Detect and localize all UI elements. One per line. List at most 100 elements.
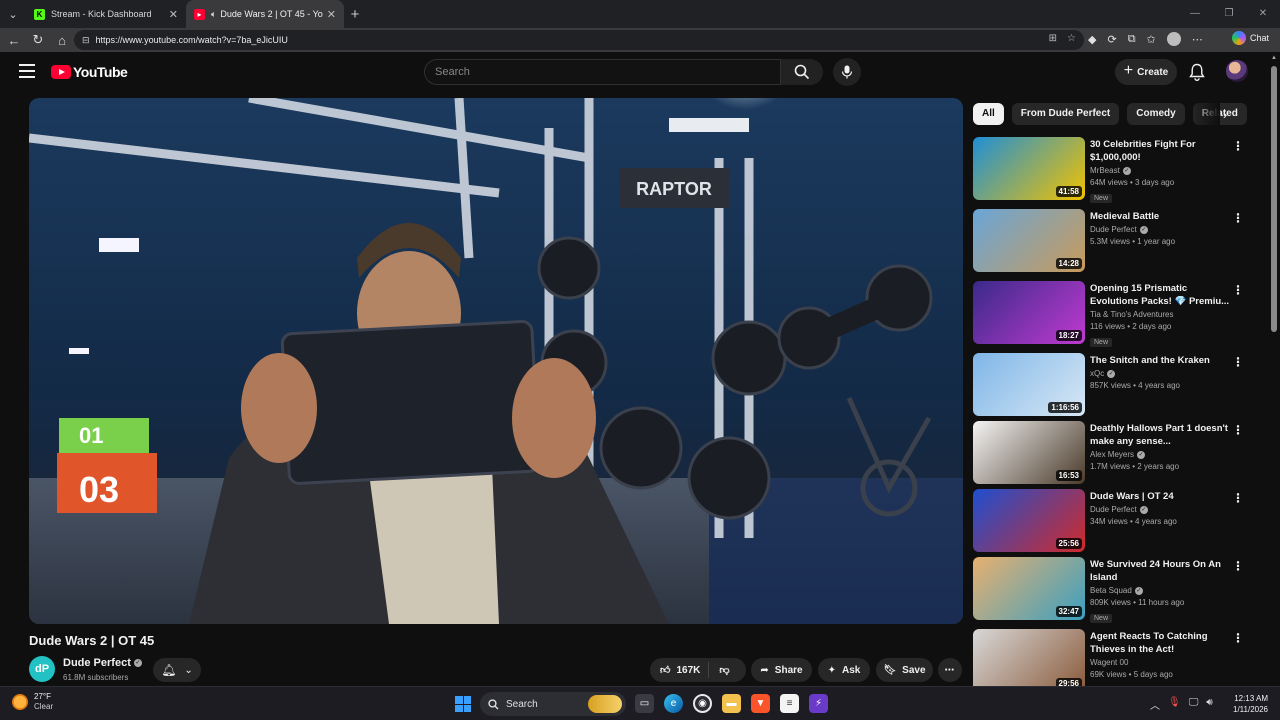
video-thumbnail[interactable]: 25:56: [973, 489, 1085, 552]
dislike-button[interactable]: 👎︎: [709, 664, 739, 676]
file-explorer-icon[interactable]: ▬: [722, 694, 741, 713]
more-vertical-icon[interactable]: ⋮: [1232, 140, 1244, 152]
recommendation-title[interactable]: Deathly Hallows Part 1 doesn't make any …: [1090, 422, 1230, 448]
recommendation-title[interactable]: The Snitch and the Kraken: [1090, 354, 1230, 367]
address-bar[interactable]: ⊟ https://www.youtube.com/watch?v=7ba_eJ…: [74, 30, 1084, 50]
video-thumbnail[interactable]: 16:53: [973, 421, 1085, 484]
recommendation-channel[interactable]: Tia & Tino's Adventures: [1090, 310, 1230, 319]
browser-tab-youtube[interactable]: ▸ 🔈︎ Dude Wars 2 | OT 45 - YouTube ✕: [186, 0, 344, 28]
more-vertical-icon[interactable]: ⋮: [1232, 424, 1244, 436]
maximize-icon[interactable]: ❐: [1212, 0, 1246, 28]
more-vertical-icon[interactable]: ⋮: [1232, 212, 1244, 224]
more-menu-icon[interactable]: ⋯: [1192, 33, 1203, 46]
chip-all[interactable]: All: [973, 103, 1004, 125]
recommendation-channel[interactable]: Dude Perfect ✓: [1090, 505, 1230, 514]
share-button[interactable]: ➦ Share: [751, 658, 812, 682]
refresh-extension-icon[interactable]: ⟳: [1107, 33, 1116, 46]
more-vertical-icon[interactable]: ⋮: [1232, 560, 1244, 572]
recommendation-item[interactable]: 16:53 Deathly Hallows Part 1 doesn't mak…: [973, 421, 1253, 489]
taskbar-search[interactable]: Search: [480, 692, 626, 716]
video-thumbnail[interactable]: 32:47: [973, 557, 1085, 620]
channel-name[interactable]: Dude Perfect ✓: [63, 657, 142, 669]
brave-browser-icon[interactable]: ▼: [751, 694, 770, 713]
weather-widget[interactable]: 27°F Clear: [12, 692, 53, 712]
recommendation-title[interactable]: Medieval Battle: [1090, 210, 1230, 223]
recommendation-title[interactable]: 30 Celebrities Fight For $1,000,000!: [1090, 138, 1230, 164]
recommendation-item[interactable]: 32:47 We Survived 24 Hours On An Island …: [973, 557, 1253, 629]
video-thumbnail[interactable]: 1:16:56: [973, 353, 1085, 416]
recommendation-item[interactable]: 41:58 30 Celebrities Fight For $1,000,00…: [973, 137, 1253, 209]
collections-icon[interactable]: ⧉: [1128, 33, 1136, 46]
video-thumbnail[interactable]: 29:56: [973, 629, 1085, 692]
like-button[interactable]: 👍︎ 167K: [650, 662, 710, 678]
save-button[interactable]: 🔖︎ Save: [876, 658, 933, 682]
menu-icon[interactable]: [19, 64, 35, 78]
page-scrollbar[interactable]: ▲: [1268, 52, 1280, 686]
subscription-notifications-button[interactable]: 🔔︎ ⌄: [153, 658, 201, 682]
recommendation-channel[interactable]: MrBeast ✓: [1090, 166, 1230, 175]
search-button[interactable]: [781, 59, 823, 85]
start-windows-icon[interactable]: [455, 696, 471, 712]
browser-tab-kick[interactable]: K Stream - Kick Dashboard ✕: [26, 0, 186, 28]
speaker-icon[interactable]: 🔈︎: [211, 9, 216, 20]
more-vertical-icon[interactable]: ⋮: [1232, 632, 1244, 644]
notepad-icon[interactable]: ≡: [780, 694, 799, 713]
site-info-icon[interactable]: ⊟: [82, 35, 90, 46]
youtube-logo[interactable]: YouTube: [51, 64, 128, 80]
profile-icon[interactable]: [1166, 32, 1181, 46]
recommendation-item[interactable]: 18:27 Opening 15 Prismatic Evolutions Pa…: [973, 281, 1253, 353]
recommendation-channel[interactable]: Alex Meyers ✓: [1090, 450, 1230, 459]
recommendation-channel[interactable]: xQc ✓: [1090, 369, 1230, 378]
tab-list-chevron-icon[interactable]: ⌄: [0, 0, 26, 28]
app-icon[interactable]: ⚡: [809, 694, 828, 713]
close-window-icon[interactable]: ✕: [1246, 0, 1280, 28]
ask-button[interactable]: ✦ Ask: [818, 658, 870, 682]
chrome-recording-icon[interactable]: ◉: [693, 694, 712, 713]
account-avatar[interactable]: [1226, 60, 1248, 82]
search-input[interactable]: Search: [424, 59, 781, 85]
notifications-bell-icon[interactable]: [1189, 63, 1205, 81]
video-thumbnail[interactable]: 14:28: [973, 209, 1085, 272]
create-button[interactable]: + Create: [1115, 59, 1177, 85]
tray-overflow-icon[interactable]: ︿: [1150, 697, 1160, 712]
recommendation-item[interactable]: 14:28 Medieval Battle Dude Perfect ✓ 5.3…: [973, 209, 1253, 281]
recommendation-title[interactable]: Agent Reacts To Catching Thieves in the …: [1090, 630, 1230, 656]
video-player[interactable]: RAPTOR 01 03: [29, 98, 963, 624]
recommendation-channel[interactable]: Dude Perfect ✓: [1090, 225, 1230, 234]
copilot-chat-button[interactable]: Chat: [1232, 31, 1269, 45]
recommendation-item[interactable]: 25:56 Dude Wars | OT 24 Dude Perfect ✓ 3…: [973, 489, 1253, 557]
video-thumbnail[interactable]: 41:58: [973, 137, 1085, 200]
clock[interactable]: 12:13 AM 1/11/2026: [1228, 693, 1268, 715]
recommendation-title[interactable]: Opening 15 Prismatic Evolutions Packs! 💎…: [1090, 282, 1230, 308]
minimize-icon[interactable]: —: [1178, 0, 1212, 28]
task-view-icon[interactable]: ▭: [635, 694, 654, 713]
chevron-right-icon[interactable]: ›: [1216, 105, 1234, 123]
recommendation-channel[interactable]: Wagent 00: [1090, 658, 1230, 667]
edge-browser-icon[interactable]: e: [664, 694, 683, 713]
recommendation-item[interactable]: 1:16:56 The Snitch and the Kraken xQc ✓ …: [973, 353, 1253, 421]
more-vertical-icon[interactable]: ⋮: [1232, 284, 1244, 296]
chip-comedy[interactable]: Comedy: [1127, 103, 1185, 125]
reload-icon[interactable]: ↻: [26, 32, 50, 48]
scrollbar-thumb[interactable]: [1271, 66, 1277, 332]
favorites-icon[interactable]: ✩: [1147, 33, 1156, 46]
close-tab-icon[interactable]: ✕: [327, 8, 336, 21]
channel-avatar[interactable]: dP: [29, 656, 55, 682]
more-vertical-icon[interactable]: ⋮: [1232, 356, 1244, 368]
extension-icon[interactable]: ◆: [1088, 33, 1096, 46]
more-vertical-icon[interactable]: ⋮: [1232, 492, 1244, 504]
new-tab-button[interactable]: +: [344, 6, 366, 23]
back-arrow-icon[interactable]: ←: [2, 33, 26, 48]
scroll-up-icon[interactable]: ▲: [1271, 55, 1277, 61]
chip-from-dude-perfect[interactable]: From Dude Perfect: [1011, 103, 1120, 125]
favorite-star-icon[interactable]: ☆: [1067, 33, 1076, 44]
more-actions-button[interactable]: ⋯: [938, 658, 962, 682]
microphone-tray-icon[interactable]: 🎙︎: [1168, 697, 1181, 712]
recommendation-channel[interactable]: Beta Squad ✓: [1090, 586, 1230, 595]
voice-search-button[interactable]: [833, 58, 861, 86]
close-tab-icon[interactable]: ✕: [169, 8, 178, 21]
app-available-icon[interactable]: ⊞: [1049, 33, 1057, 44]
network-icon[interactable]: 🖵︎: [1189, 697, 1199, 712]
volume-icon[interactable]: 🔊︎: [1206, 697, 1212, 712]
recommendation-title[interactable]: Dude Wars | OT 24: [1090, 490, 1230, 503]
